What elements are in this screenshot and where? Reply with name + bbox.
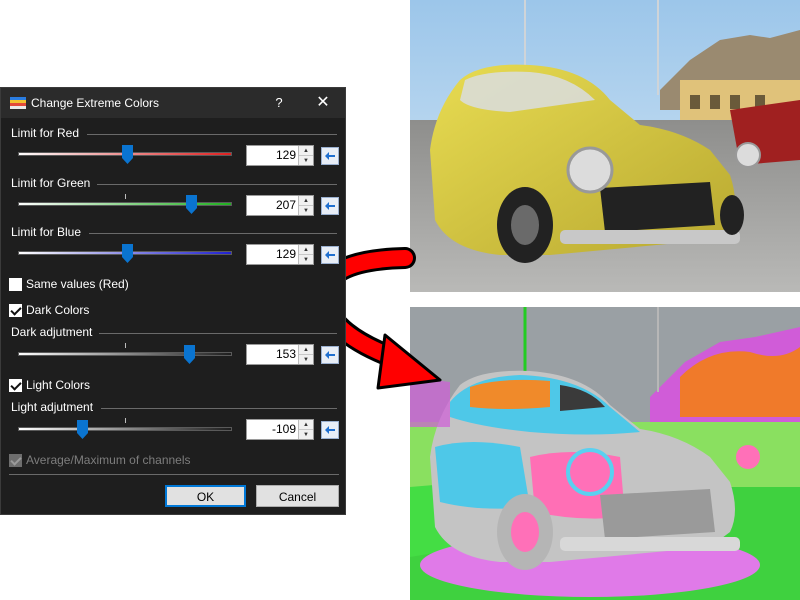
label-light-adjustment: Light adjutment [11, 400, 94, 414]
group-divider [87, 134, 337, 135]
close-button[interactable]: ✕ [310, 93, 336, 113]
checkbox-box [9, 303, 22, 317]
arrow-left-icon [325, 251, 335, 259]
spin-up-green[interactable]: ▲ [299, 196, 313, 206]
spin-down-light[interactable]: ▼ [299, 430, 313, 439]
reset-green-button[interactable] [321, 197, 339, 215]
footer-divider [9, 474, 339, 475]
spinbox-red: ▲▼ [246, 145, 314, 166]
ok-button[interactable]: OK [165, 485, 246, 507]
input-limit-red[interactable] [247, 146, 299, 165]
spin-up-red[interactable]: ▲ [299, 146, 313, 156]
average-maximum-checkbox[interactable]: Average/Maximum of channels [9, 452, 191, 468]
spin-up-blue[interactable]: ▲ [299, 245, 313, 255]
arrow-left-icon [325, 152, 335, 160]
checkbox-box [9, 277, 22, 291]
spinbox-light: ▲▼ [246, 419, 314, 440]
slider-thumb-icon [121, 244, 133, 263]
label-dark-adjustment: Dark adjutment [11, 325, 93, 339]
cancel-button[interactable]: Cancel [256, 485, 339, 507]
arrow-left-icon [325, 426, 335, 434]
average-maximum-label: Average/Maximum of channels [26, 453, 191, 467]
slider-thumb-icon [76, 420, 88, 439]
label-limit-red: Limit for Red [11, 126, 80, 140]
input-limit-green[interactable] [247, 196, 299, 215]
spin-down-dark[interactable]: ▼ [299, 355, 313, 364]
slider-thumb-icon [121, 145, 133, 164]
arrow-left-icon [325, 351, 335, 359]
slider-thumb-dark[interactable] [183, 345, 195, 364]
input-limit-blue[interactable] [247, 245, 299, 264]
slider-thumb-light[interactable] [76, 420, 88, 439]
slider-thumb-icon [185, 195, 197, 214]
group-divider [89, 233, 337, 234]
reset-blue-button[interactable] [321, 246, 339, 264]
slider-thumb-blue[interactable] [121, 244, 133, 263]
slider-thumb-green[interactable] [185, 195, 197, 214]
app-palette-icon [10, 97, 26, 109]
arrow-left-icon [325, 202, 335, 210]
spin-up-light[interactable]: ▲ [299, 420, 313, 430]
spin-down-green[interactable]: ▼ [299, 206, 313, 215]
slider-thumb-red[interactable] [121, 145, 133, 164]
group-divider [101, 408, 337, 409]
reset-red-button[interactable] [321, 147, 339, 165]
dialog-titlebar: Change Extreme Colors ? ✕ [1, 88, 345, 118]
help-button[interactable]: ? [269, 93, 289, 113]
checkbox-box [9, 378, 22, 392]
group-divider [99, 333, 337, 334]
yellow-car-image [410, 0, 800, 292]
slider-tick [125, 418, 126, 423]
same-values-label: Same values (Red) [26, 277, 129, 291]
change-extreme-colors-dialog: Change Extreme Colors ? ✕ Limit for Red … [0, 87, 346, 515]
slider-limit-green[interactable] [18, 202, 232, 206]
slider-tick [125, 343, 126, 348]
light-colors-label: Light Colors [26, 378, 91, 392]
checkbox-box [9, 453, 22, 467]
slider-dark-adjustment[interactable] [18, 352, 232, 356]
processed-photo [410, 307, 800, 600]
extreme-colors-car-image [410, 307, 800, 600]
group-divider [97, 184, 337, 185]
slider-thumb-icon [183, 345, 195, 364]
spin-up-dark[interactable]: ▲ [299, 345, 313, 355]
slider-light-adjustment[interactable] [18, 427, 232, 431]
reset-light-button[interactable] [321, 421, 339, 439]
original-photo [410, 0, 800, 292]
same-values-checkbox[interactable]: Same values (Red) [9, 276, 129, 292]
input-dark-adjustment[interactable] [247, 345, 299, 364]
light-colors-checkbox[interactable]: Light Colors [9, 377, 90, 393]
spinbox-green: ▲▼ [246, 195, 314, 216]
dark-colors-label: Dark Colors [26, 303, 90, 317]
input-light-adjustment[interactable] [247, 420, 299, 439]
spinbox-dark: ▲▼ [246, 344, 314, 365]
spin-down-blue[interactable]: ▼ [299, 255, 313, 264]
reset-dark-button[interactable] [321, 346, 339, 364]
spinbox-blue: ▲▼ [246, 244, 314, 265]
label-limit-blue: Limit for Blue [11, 225, 82, 239]
slider-tick [125, 194, 126, 199]
spin-down-red[interactable]: ▼ [299, 156, 313, 165]
label-limit-green: Limit for Green [11, 176, 91, 190]
dark-colors-checkbox[interactable]: Dark Colors [9, 302, 89, 318]
dialog-title: Change Extreme Colors [31, 96, 160, 110]
